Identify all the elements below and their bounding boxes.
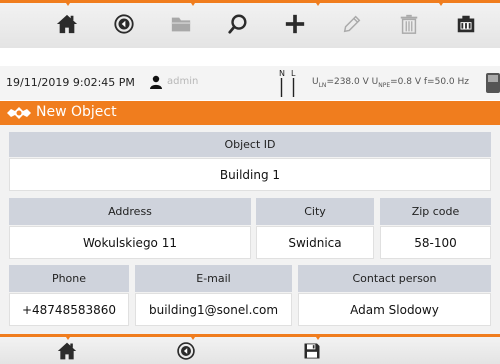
toolbar-divider-notch (314, 334, 322, 340)
home-icon (57, 342, 77, 360)
upe-value: =0.8 V (390, 77, 422, 87)
bottom-toolbar (0, 334, 500, 364)
pencil-icon (343, 15, 361, 33)
save-icon (304, 343, 320, 359)
save-button[interactable] (292, 341, 332, 364)
address-field[interactable]: Wokulskiego 11 (9, 226, 251, 259)
edit-button[interactable] (332, 3, 372, 45)
email-label: E-mail (135, 265, 292, 292)
device-icon (486, 73, 500, 93)
l-label: L (291, 69, 296, 78)
status-bar: 19/11/2019 9:02:45 PM admin N L U LN =238.… (0, 66, 500, 100)
contact-person-field[interactable]: Adam Slodowy (298, 293, 491, 326)
back-circle-icon (177, 342, 195, 360)
measurement-readout: ULN=238.0 V UNPE=0.8 V f=50.0 Hz (312, 77, 469, 89)
toolbar-divider-notch (437, 0, 445, 6)
home-icon (56, 14, 78, 34)
upe-subscript: NPE (378, 81, 391, 89)
back-circle-icon (114, 14, 134, 34)
plus-icon (285, 14, 305, 34)
memory-button[interactable] (446, 3, 486, 45)
date-time: 19/11/2019 9:02:45 PM (6, 76, 135, 89)
home-button[interactable] (47, 3, 87, 45)
home-button-bottom[interactable] (47, 341, 87, 364)
add-button[interactable] (275, 3, 315, 45)
email-field[interactable]: building1@sonel.com (135, 293, 292, 326)
phone-label: Phone (9, 265, 129, 292)
search-icon (228, 14, 247, 34)
object-id-field[interactable]: Building 1 (9, 158, 491, 191)
toolbar-divider-notch (189, 334, 197, 340)
memory-card-icon (457, 15, 475, 33)
new-object-icon (7, 107, 31, 119)
zip-code-field[interactable]: 58-100 (380, 226, 491, 259)
user-icon (150, 75, 162, 89)
open-folder-button[interactable] (161, 3, 201, 45)
back-button[interactable] (104, 3, 144, 45)
nl-indicator-icon: N L (279, 69, 296, 97)
contact-person-label: Contact person (298, 265, 491, 292)
phone-field[interactable]: +48748583860 (9, 293, 129, 326)
trash-icon (400, 14, 418, 34)
top-toolbar (0, 0, 500, 48)
object-id-label: Object ID (9, 132, 491, 157)
title-bar: New Object (0, 101, 500, 125)
uln-value: =238.0 V (326, 77, 369, 87)
page-title: New Object (36, 104, 117, 120)
folder-icon (171, 17, 191, 32)
toolbar-divider-notch (314, 0, 322, 6)
back-button-bottom[interactable] (166, 341, 206, 364)
city-field[interactable]: Swidnica (256, 226, 374, 259)
city-label: City (256, 198, 374, 225)
user-name: admin (167, 76, 199, 87)
delete-button[interactable] (389, 3, 429, 45)
object-form: Object ID Building 1 Address Wokulskiego… (0, 125, 500, 334)
frequency-value: f=50.0 Hz (423, 77, 469, 87)
n-label: N (279, 69, 285, 78)
search-button[interactable] (218, 3, 258, 45)
address-label: Address (9, 198, 251, 225)
zip-code-label: Zip code (380, 198, 491, 225)
uln-label: U (312, 77, 319, 87)
toolbar-divider-notch (64, 334, 72, 340)
